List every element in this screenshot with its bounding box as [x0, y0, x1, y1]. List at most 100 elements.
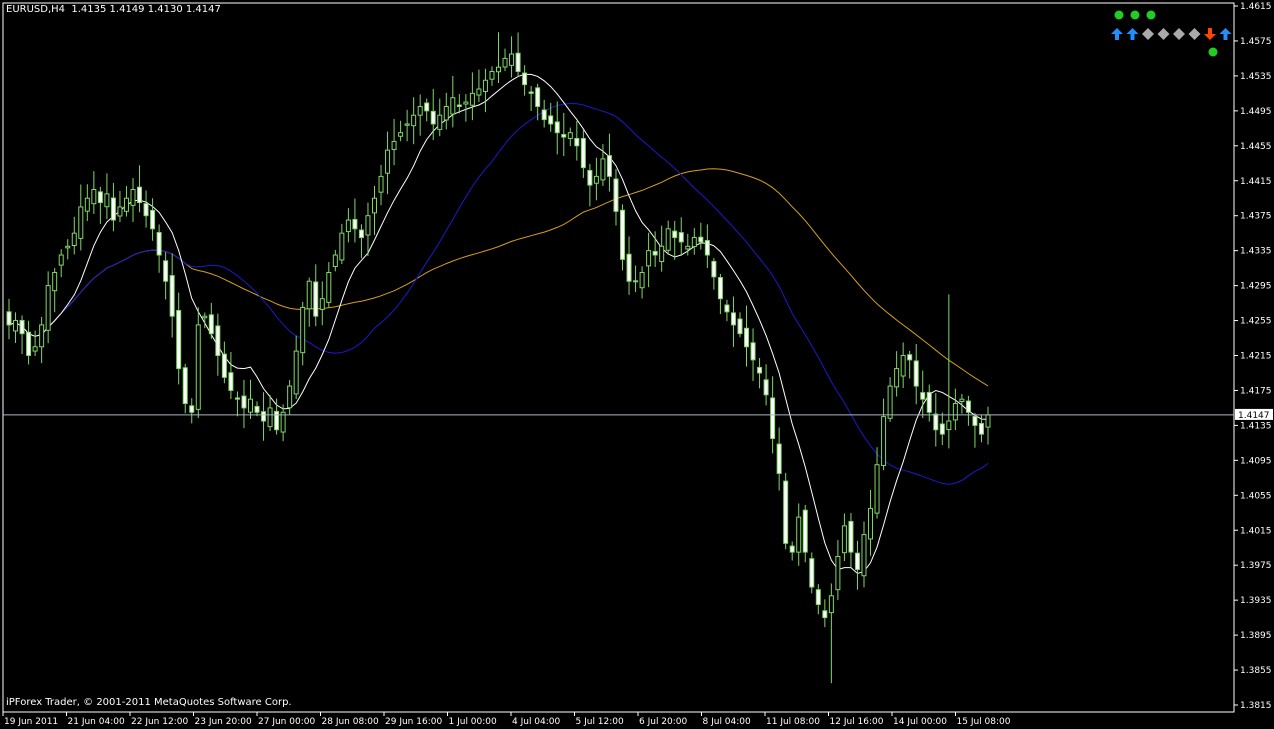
candle-body — [463, 101, 469, 105]
y-tick-label: 1.4335 — [1240, 247, 1272, 257]
candle-body — [946, 420, 952, 431]
y-tick-label: 1.4535 — [1240, 72, 1272, 82]
candle-body — [32, 346, 38, 352]
candle-body — [874, 464, 880, 514]
candle-body — [352, 218, 358, 230]
candle-body — [626, 253, 632, 282]
y-tick-label: 1.4255 — [1240, 317, 1272, 327]
up-arrow-icon — [1219, 28, 1232, 40]
diamond-icon — [1157, 28, 1170, 40]
candle-body — [978, 422, 984, 435]
candle-body — [854, 552, 860, 571]
candle-body — [796, 516, 802, 553]
candle-body — [104, 193, 110, 208]
candle-body — [313, 281, 319, 317]
y-tick-label: 1.4015 — [1240, 526, 1272, 536]
x-tick-label: 8 Jul 04:00 — [703, 717, 752, 727]
copyright-text: iPForex Trader, © 2001-2011 MetaQuotes S… — [6, 697, 292, 708]
candle-body — [371, 197, 377, 214]
candle-body — [417, 105, 423, 116]
candle-body — [430, 110, 436, 125]
y-tick-label: 1.3895 — [1240, 631, 1272, 641]
down-arrow-icon — [1204, 28, 1216, 40]
candle-body — [659, 245, 665, 263]
candle-body — [750, 342, 756, 361]
candle-body — [646, 250, 652, 267]
candle-body — [306, 280, 312, 310]
candle-body — [887, 385, 893, 419]
candle-body — [293, 350, 299, 395]
candle-body — [300, 306, 306, 354]
candle-body — [920, 392, 926, 400]
y-tick-label: 1.3855 — [1240, 666, 1272, 676]
x-tick-label: 27 Jun 00:00 — [258, 717, 315, 727]
candle-body — [652, 250, 658, 256]
candle-body — [580, 137, 586, 169]
price-chart[interactable]: 1.4147 1.46151.45751.45351.44951.44551.4… — [0, 0, 1274, 729]
candle-body — [130, 188, 136, 206]
candle-body — [522, 72, 528, 86]
ma-mid-line — [8, 102, 989, 485]
candle-body — [757, 366, 763, 374]
candle-body — [613, 178, 619, 212]
candle-body — [52, 271, 58, 292]
status-dot-icon — [1146, 10, 1156, 20]
current-price-label: 1.4147 — [1238, 411, 1270, 421]
y-tick-label: 1.4135 — [1240, 421, 1272, 431]
candle-body — [789, 545, 795, 553]
candle-body — [398, 132, 404, 137]
candle-body — [117, 206, 123, 217]
x-tick-label: 1 Jul 00:00 — [449, 717, 498, 727]
candle-body — [894, 368, 900, 388]
y-tick-label: 1.3935 — [1240, 596, 1272, 606]
candle-body — [378, 175, 384, 193]
x-tick-label: 5 Jul 12:00 — [576, 717, 625, 727]
x-tick-label: 6 Jul 20:00 — [639, 717, 688, 727]
chart-frame — [2, 2, 1235, 713]
x-tick-label: 19 Jun 2011 — [4, 717, 58, 727]
candle-body — [319, 298, 325, 310]
status-dot-icon — [1208, 47, 1218, 57]
y-tick-label: 1.4495 — [1240, 107, 1272, 117]
candle-body — [717, 277, 723, 300]
candle-body — [822, 610, 828, 619]
up-arrow-icon — [1111, 28, 1123, 40]
candle-body — [535, 87, 541, 107]
candle-body — [247, 398, 253, 413]
candle-body — [509, 53, 515, 66]
candle-body — [345, 219, 351, 233]
candle-body — [71, 232, 77, 246]
y-tick-label: 1.4215 — [1240, 352, 1272, 362]
candle-body — [600, 158, 606, 181]
candle-body — [783, 480, 789, 544]
candle-body — [776, 443, 782, 474]
candle-body — [65, 245, 71, 249]
candle-body — [189, 405, 195, 413]
x-tick-label: 22 Jun 12:00 — [131, 717, 188, 727]
status-dot-icon — [1130, 10, 1140, 20]
candle-body — [195, 324, 201, 410]
candlesticks — [6, 32, 991, 684]
y-tick-label: 1.4575 — [1240, 37, 1272, 47]
candle-body — [150, 209, 156, 230]
candle-body — [234, 397, 240, 400]
candle-body — [541, 109, 547, 121]
candle-body — [482, 79, 488, 92]
x-tick-label: 4 Jul 04:00 — [512, 717, 561, 727]
candle-body — [639, 271, 645, 289]
candle-body — [78, 206, 84, 239]
candle-body — [254, 405, 260, 413]
candle-body — [815, 589, 821, 606]
candle-body — [228, 372, 234, 391]
candle-body — [926, 391, 932, 413]
candle-body — [841, 525, 847, 554]
candle-body — [704, 240, 710, 256]
candle-body — [169, 275, 175, 317]
candle-body — [952, 403, 958, 421]
candle-body — [809, 558, 815, 588]
x-tick-label: 11 Jul 08:00 — [766, 717, 820, 727]
diamond-icon — [1173, 28, 1185, 40]
candle-body — [45, 285, 51, 331]
candle-body — [959, 398, 965, 403]
plot-border — [2, 2, 1235, 713]
